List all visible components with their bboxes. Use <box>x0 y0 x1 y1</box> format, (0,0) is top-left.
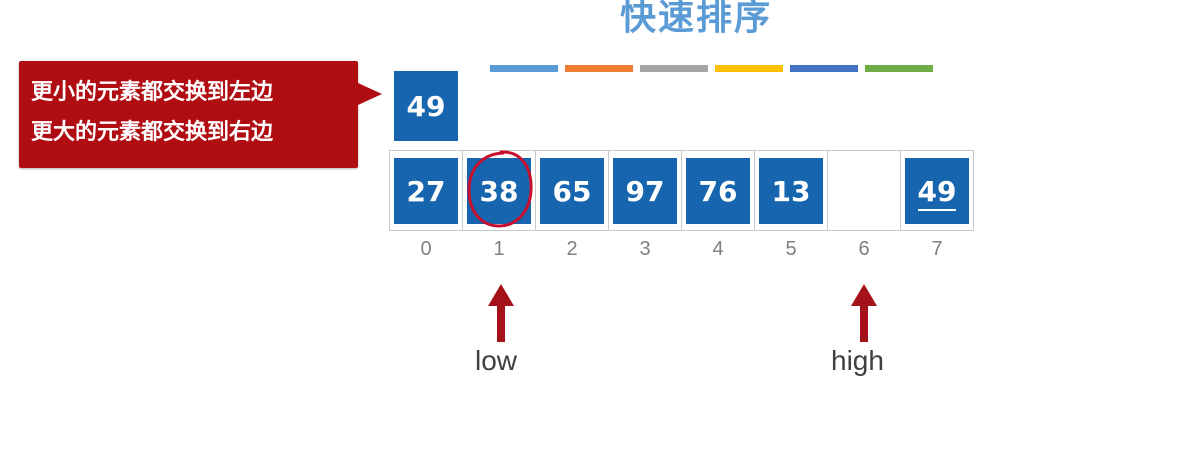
color-bar <box>490 65 558 72</box>
array-cell-4: 76 <box>686 158 750 224</box>
cell-value: 76 <box>698 174 738 208</box>
high-pointer-label: high <box>831 345 884 376</box>
cell-divider <box>535 151 536 230</box>
callout-line-larger: 更大的元素都交换到右边 <box>31 120 274 145</box>
index-label: 5 <box>785 238 797 260</box>
array-cell-2: 65 <box>540 158 604 224</box>
low-pointer-label: low <box>475 345 518 376</box>
cell-value: 13 <box>771 174 811 208</box>
index-label: 4 <box>712 238 724 260</box>
index-label: 6 <box>858 238 870 260</box>
array-cell-5: 13 <box>759 158 823 224</box>
cell-value: 65 <box>552 174 592 208</box>
cell-value: 27 <box>406 174 446 208</box>
array-cell-6 <box>832 158 896 224</box>
array-cell-0: 27 <box>394 158 458 224</box>
index-label: 0 <box>420 238 432 260</box>
array-frame: 27 38 65 97 76 13 49 <box>389 150 974 231</box>
array-cell-1: 38 <box>467 158 531 224</box>
cell-value: 38 <box>479 174 519 208</box>
array-cell-7: 49 <box>905 158 969 224</box>
cell-divider <box>900 151 901 230</box>
color-bar <box>790 65 858 72</box>
cell-divider <box>608 151 609 230</box>
index-label: 3 <box>639 238 651 260</box>
cell-value: 97 <box>625 174 665 208</box>
cell-divider <box>681 151 682 230</box>
color-bar-strip <box>490 65 940 73</box>
cell-value: 49 <box>917 174 957 211</box>
index-label: 1 <box>493 238 505 260</box>
pivot-value-box: 49 <box>394 71 458 141</box>
explanation-callout: 更小的元素都交换到左边 更大的元素都交换到右边 <box>19 61 382 168</box>
cell-divider <box>754 151 755 230</box>
cell-divider <box>462 151 463 230</box>
color-bar <box>565 65 633 72</box>
low-pointer-arrow-icon <box>488 284 514 342</box>
color-bar <box>865 65 933 72</box>
callout-line-smaller: 更小的元素都交换到左边 <box>31 80 274 105</box>
color-bar <box>715 65 783 72</box>
high-pointer-arrow-icon <box>851 284 877 342</box>
index-label: 7 <box>931 238 943 260</box>
array-cell-3: 97 <box>613 158 677 224</box>
color-bar <box>640 65 708 72</box>
cell-divider <box>827 151 828 230</box>
pivot-value: 49 <box>406 89 446 123</box>
index-label: 2 <box>566 238 578 260</box>
page-title: 快速排序 <box>620 0 773 38</box>
